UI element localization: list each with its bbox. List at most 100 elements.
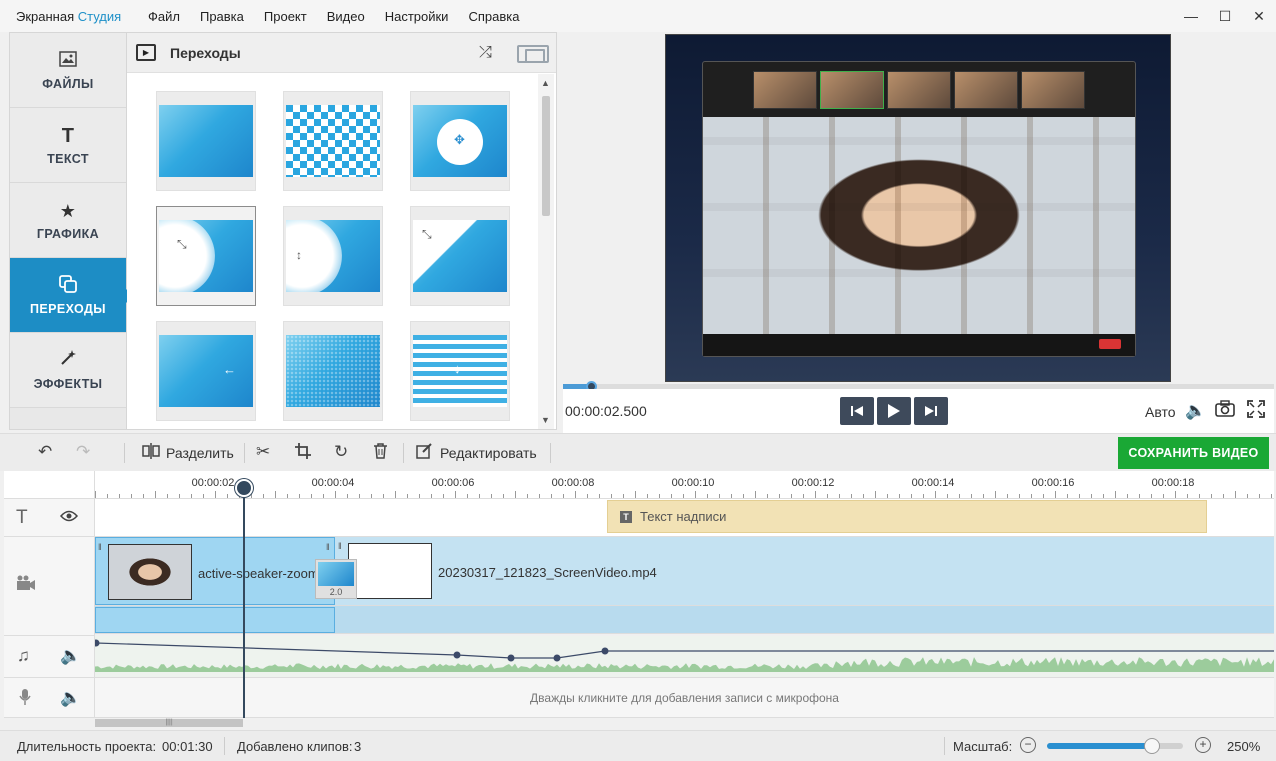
sidebar-item-files[interactable]: ФАЙЛЫ	[10, 33, 126, 108]
ruler-tick	[1223, 494, 1224, 498]
arrow-left-icon: ←	[223, 362, 236, 377]
volume-envelope	[95, 642, 1274, 659]
menu-settings[interactable]: Настройки	[375, 9, 459, 24]
sidebar-item-text[interactable]: T ТЕКСТ	[10, 108, 126, 183]
play-button[interactable]	[877, 397, 911, 425]
slideshow-icon[interactable]	[517, 45, 549, 63]
audio-track[interactable]	[92, 636, 1274, 678]
caption-clip-label: Текст надписи	[640, 509, 727, 524]
video-clip[interactable]: ‖ active-speaker-zoom ‖	[95, 537, 335, 605]
volume-icon[interactable]: 🔈	[60, 646, 81, 666]
duration-label: Длительность проекта:	[17, 739, 157, 754]
title-bar: Экранная Студия Файл Правка Проект Видео…	[0, 0, 1276, 32]
ruler-tick	[491, 494, 492, 498]
sidebar-item-transitions[interactable]: ПЕРЕХОДЫ	[10, 258, 133, 333]
transition-thumbnail: ✥	[413, 105, 507, 177]
transition-item[interactable]: ↕	[283, 206, 383, 306]
skip-forward-button[interactable]	[914, 397, 948, 425]
scissors-icon[interactable]: ✂	[256, 442, 270, 462]
panel-scrollbar[interactable]: ▲ ▼	[538, 74, 554, 429]
rotate-icon[interactable]: ↻	[334, 442, 348, 462]
transition-thumbnail: ↕	[286, 220, 380, 292]
transition-thumbnail: ⤡	[413, 220, 507, 292]
playhead-line	[243, 480, 245, 718]
transition-item[interactable]	[283, 91, 383, 191]
scrollbar-thumb[interactable]: ||||	[95, 719, 243, 727]
menu-project[interactable]: Проект	[254, 9, 317, 24]
sidebar-item-label: ЭФФЕКТЫ	[33, 377, 103, 391]
edit-icon[interactable]	[416, 443, 432, 464]
ruler-tick	[839, 494, 840, 498]
split-button[interactable]: Разделить	[166, 445, 234, 461]
save-video-button[interactable]: СОХРАНИТЬ ВИДЕО	[1118, 437, 1269, 469]
quality-select[interactable]: Авто	[1145, 404, 1176, 420]
minimize-button[interactable]: —	[1174, 0, 1208, 32]
timeline-ruler[interactable]: 00:00:02 00:00:04 00:00:06 00:00:08 00:0…	[95, 471, 1274, 499]
duration-value: 00:01:30	[162, 739, 213, 754]
ruler-tick	[383, 494, 384, 498]
status-bar: Длительность проекта: 00:01:30 Добавлено…	[0, 730, 1276, 761]
transition-item-selected[interactable]: ⤡	[156, 206, 256, 306]
shuffle-icon[interactable]: ⤮	[479, 44, 492, 62]
ruler-tick	[611, 494, 612, 498]
volume-icon[interactable]: 🔈	[60, 688, 81, 708]
ruler-tick	[755, 491, 756, 498]
menu-help[interactable]: Справка	[458, 9, 529, 24]
ruler-tick	[1187, 494, 1188, 498]
clip-name[interactable]: 20230317_121823_ScreenVideo.mp4	[438, 565, 657, 580]
sidebar-item-graphics[interactable]: ★ ГРАФИКА	[10, 183, 126, 258]
split-icon[interactable]	[142, 443, 160, 464]
chevron-down-icon[interactable]: ▼	[541, 415, 550, 425]
menu-video[interactable]: Видео	[317, 9, 375, 24]
eye-icon[interactable]	[59, 507, 79, 527]
clip-grip-icon[interactable]: ‖	[326, 542, 330, 552]
app-title: Экранная Студия	[16, 8, 122, 24]
mic-hint: Дважды кликните для добавления записи с …	[530, 691, 839, 705]
transition-item[interactable]: ⤡	[410, 206, 510, 306]
clip-grip-icon[interactable]: ‖	[98, 542, 102, 552]
chevron-up-icon[interactable]: ▲	[541, 78, 550, 88]
scrollbar-thumb[interactable]	[542, 96, 550, 216]
scale-slider[interactable]	[1047, 738, 1183, 754]
scale-handle[interactable]	[1143, 738, 1160, 754]
selected-clip-bar[interactable]	[95, 607, 335, 633]
camera-icon[interactable]	[1215, 400, 1235, 422]
timeline-scrollbar[interactable]: ||||	[95, 718, 1274, 728]
redo-icon[interactable]: ↷	[76, 442, 90, 462]
ruler-tick	[935, 491, 936, 498]
maximize-button[interactable]: ☐	[1208, 0, 1242, 32]
fullscreen-icon[interactable]	[1247, 400, 1265, 423]
crop-icon[interactable]	[295, 443, 311, 464]
ruler-tick	[1091, 494, 1092, 498]
skip-back-button[interactable]	[840, 397, 874, 425]
menu-edit[interactable]: Правка	[190, 9, 254, 24]
clip-grip-icon[interactable]: ‖	[338, 541, 342, 551]
transition-item[interactable]	[283, 321, 383, 421]
transition-item[interactable]	[156, 91, 256, 191]
envelope-point	[453, 651, 461, 659]
transition-item[interactable]: ↓	[410, 321, 510, 421]
ruler-tick	[1115, 491, 1116, 498]
sidebar-item-effects[interactable]: ЭФФЕКТЫ	[10, 333, 126, 408]
volume-icon[interactable]: 🔈	[1185, 401, 1206, 421]
mic-track[interactable]: Дважды кликните для добавления записи с …	[95, 678, 1274, 718]
ruler-tick	[671, 494, 672, 498]
transition-item[interactable]: ←	[156, 321, 256, 421]
menu-file[interactable]: Файл	[138, 9, 190, 24]
zoom-in-icon[interactable]: +	[1195, 737, 1211, 753]
zoom-out-icon[interactable]: −	[1020, 737, 1036, 753]
ruler-tick	[1007, 494, 1008, 498]
transition-marker[interactable]: 2.0	[315, 559, 357, 599]
transition-item[interactable]: ✥	[410, 91, 510, 191]
close-button[interactable]: ✕	[1242, 0, 1276, 32]
ruler-tick	[563, 494, 564, 498]
ruler-tick	[311, 494, 312, 498]
undo-icon[interactable]: ↶	[38, 442, 52, 462]
trash-icon[interactable]	[373, 443, 388, 464]
video-frame[interactable]	[665, 34, 1171, 382]
ruler-tick	[983, 494, 984, 498]
caption-clip[interactable]: T Текст надписи	[607, 500, 1207, 533]
ruler-tick	[143, 494, 144, 498]
playhead-handle[interactable]	[235, 479, 253, 497]
edit-button[interactable]: Редактировать	[440, 445, 537, 461]
